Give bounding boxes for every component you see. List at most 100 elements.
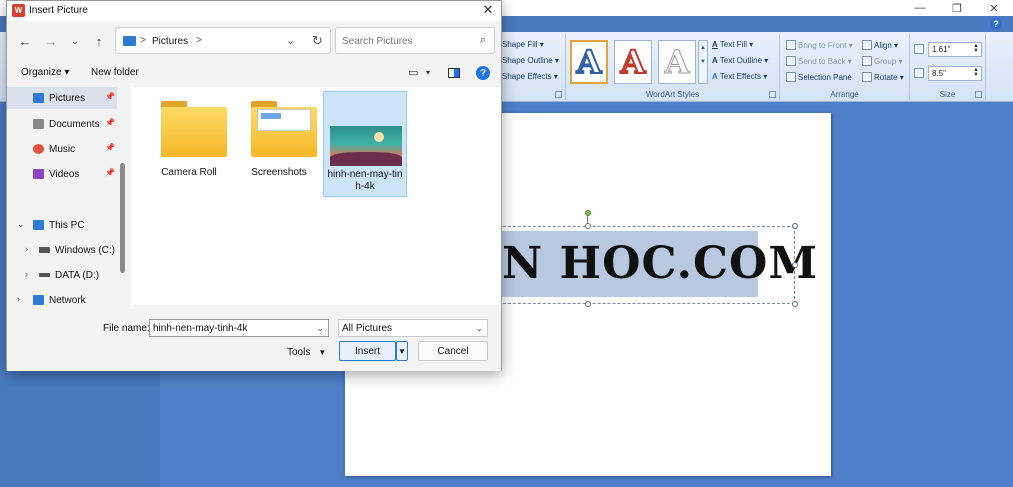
preview-pane-icon[interactable]: [448, 68, 460, 78]
expand-chevron-icon[interactable]: ›: [17, 294, 20, 304]
breadcrumb-pictures[interactable]: Pictures: [152, 36, 188, 47]
organize-menu[interactable]: Organize ▾: [21, 67, 69, 78]
arrange-group-label: Arrange: [830, 90, 859, 99]
dialog-launcher-icon[interactable]: [555, 91, 562, 98]
text-outline-label: Text Outline ▾: [719, 56, 769, 65]
refresh-icon[interactable]: ↻: [312, 33, 323, 49]
nav-pane-scrollbar[interactable]: [120, 163, 125, 273]
group-button[interactable]: Group ▾: [862, 56, 902, 66]
insert-dropdown-icon[interactable]: ▼: [396, 341, 408, 361]
tools-menu[interactable]: Tools ▼: [287, 347, 326, 358]
nav-item-documents[interactable]: Documents 📌: [7, 113, 117, 135]
file-name-input[interactable]: hinh-nen-may-tinh-4k ⌄: [149, 319, 329, 337]
resize-handle[interactable]: [585, 223, 591, 229]
pin-icon[interactable]: 📌: [105, 168, 115, 177]
forward-arrow-icon[interactable]: →: [41, 31, 61, 51]
pin-icon[interactable]: 📌: [105, 143, 115, 152]
selection-pane-button[interactable]: Selection Pane: [786, 72, 852, 82]
text-effects-button[interactable]: A Text Effects ▾: [712, 72, 767, 81]
align-icon: [862, 40, 872, 50]
bring-to-front-button[interactable]: Bring to Front ▾: [786, 40, 853, 50]
group-icon: [862, 56, 872, 66]
wordart-style-red[interactable]: A: [614, 40, 652, 84]
width-value: 8.5": [932, 69, 946, 78]
nav-item-pictures[interactable]: Pictures 📌: [7, 87, 117, 109]
resize-handle[interactable]: [792, 262, 798, 268]
search-icon: ⌕: [479, 34, 486, 46]
wordart-style-blue[interactable]: A: [570, 40, 608, 84]
text-fill-button[interactable]: A Text Fill ▾: [712, 40, 753, 49]
expand-chevron-icon[interactable]: ›: [25, 244, 28, 254]
ribbon-help-icon[interactable]: ?: [990, 18, 1002, 30]
nav-item-videos[interactable]: Videos 📌: [7, 163, 117, 185]
nav-item-label: Pictures: [49, 93, 86, 104]
address-bar[interactable]: > Pictures > ⌄ ↻: [115, 27, 331, 54]
text-outline-icon: A: [712, 56, 718, 65]
file-item-hinh-nen[interactable]: hinh-nen-may-tin h-4k: [323, 91, 407, 197]
nav-item-music[interactable]: Music 📌: [7, 138, 117, 160]
pin-icon[interactable]: 📌: [105, 118, 115, 127]
shape-effects-button[interactable]: Shape Effects ▾: [502, 72, 558, 81]
file-type-select[interactable]: All Pictures ⌄: [338, 319, 488, 337]
expand-chevron-icon[interactable]: ⌄: [17, 219, 25, 230]
shape-width-input[interactable]: 8.5" ▲ ▼: [928, 66, 982, 81]
resize-handle[interactable]: [792, 301, 798, 307]
close-button[interactable]: ✕: [477, 1, 499, 19]
cancel-button[interactable]: Cancel: [418, 341, 488, 361]
file-list: Camera Roll Screenshots hinh-nen-may-tin…: [131, 87, 501, 305]
insert-button[interactable]: Insert: [339, 341, 396, 361]
file-item-camera-roll[interactable]: Camera Roll: [147, 91, 231, 197]
nav-item-label: This PC: [49, 220, 85, 231]
align-button[interactable]: Align ▾: [862, 40, 898, 50]
view-icon[interactable]: ▭: [408, 66, 418, 79]
drive-icon: [39, 273, 50, 277]
nav-item-data-d[interactable]: › DATA (D:): [7, 264, 117, 286]
search-box[interactable]: Search Pictures ⌕: [335, 27, 495, 54]
back-arrow-icon[interactable]: ←: [15, 31, 35, 51]
videos-icon: [33, 169, 44, 179]
recent-chevron-icon[interactable]: ⌄: [65, 31, 85, 51]
spinner-icon[interactable]: ▲ ▼: [973, 67, 979, 78]
nav-item-label: Documents: [49, 119, 100, 130]
wordart-style-gray[interactable]: A: [658, 40, 696, 84]
shape-height-input[interactable]: 1.61" ▲ ▼: [928, 42, 982, 57]
width-icon: [914, 68, 924, 78]
file-label: hinh-nen-may-tin h-4k: [327, 169, 403, 192]
wordart-gallery-scroll[interactable]: ▲ ▼: [698, 40, 708, 84]
shape-outline-button[interactable]: Shape Outline ▾: [502, 56, 559, 65]
up-arrow-icon[interactable]: ↑: [89, 31, 109, 51]
file-item-screenshots[interactable]: Screenshots: [237, 91, 321, 197]
nav-item-windows-c[interactable]: › Windows (C:): [7, 239, 117, 261]
pin-icon[interactable]: 📌: [105, 92, 115, 101]
chevron-down-icon[interactable]: ⌄: [316, 323, 324, 334]
app-close-icon[interactable]: ✕: [977, 0, 1011, 16]
help-icon[interactable]: ?: [476, 66, 490, 80]
breadcrumb-separator[interactable]: >: [196, 35, 202, 46]
expand-chevron-icon[interactable]: ›: [25, 269, 28, 279]
new-folder-button[interactable]: New folder: [91, 67, 139, 78]
resize-handle[interactable]: [792, 223, 798, 229]
rotate-button[interactable]: Rotate ▾: [862, 72, 904, 82]
restore-icon[interactable]: ❐: [940, 0, 974, 16]
tools-dropdown-icon: ▼: [318, 348, 327, 357]
dialog-launcher-icon[interactable]: [769, 91, 776, 98]
nav-item-this-pc[interactable]: ⌄ This PC: [7, 214, 117, 236]
wordart-text[interactable]: N HOC.COM: [502, 238, 818, 289]
nav-item-network[interactable]: › Network: [7, 289, 117, 306]
address-dropdown-icon[interactable]: ⌄: [286, 34, 295, 47]
pictures-folder-icon: [123, 36, 136, 46]
minimize-icon[interactable]: —: [903, 0, 937, 16]
view-dropdown-icon[interactable]: ▾: [426, 68, 430, 77]
ribbon-group-wordart-styles: A A A ▲ ▼ A Text Fill ▾ A Text Outline ▾ AT…: [566, 34, 780, 100]
resize-handle[interactable]: [585, 301, 591, 307]
send-to-back-button[interactable]: Send to Back ▾: [786, 56, 852, 66]
nav-item-label: Network: [49, 295, 86, 306]
text-outline-button[interactable]: A Text Outline ▾: [712, 56, 768, 65]
chevron-down-icon[interactable]: ⌄: [475, 323, 483, 334]
dialog-launcher-icon[interactable]: [975, 91, 982, 98]
file-label: Camera Roll: [161, 167, 217, 178]
rotate-handle[interactable]: [585, 210, 591, 216]
spinner-icon[interactable]: ▲ ▼: [973, 43, 979, 54]
shape-fill-button[interactable]: Shape Fill ▾: [502, 40, 544, 49]
app-icon: W: [12, 4, 25, 17]
